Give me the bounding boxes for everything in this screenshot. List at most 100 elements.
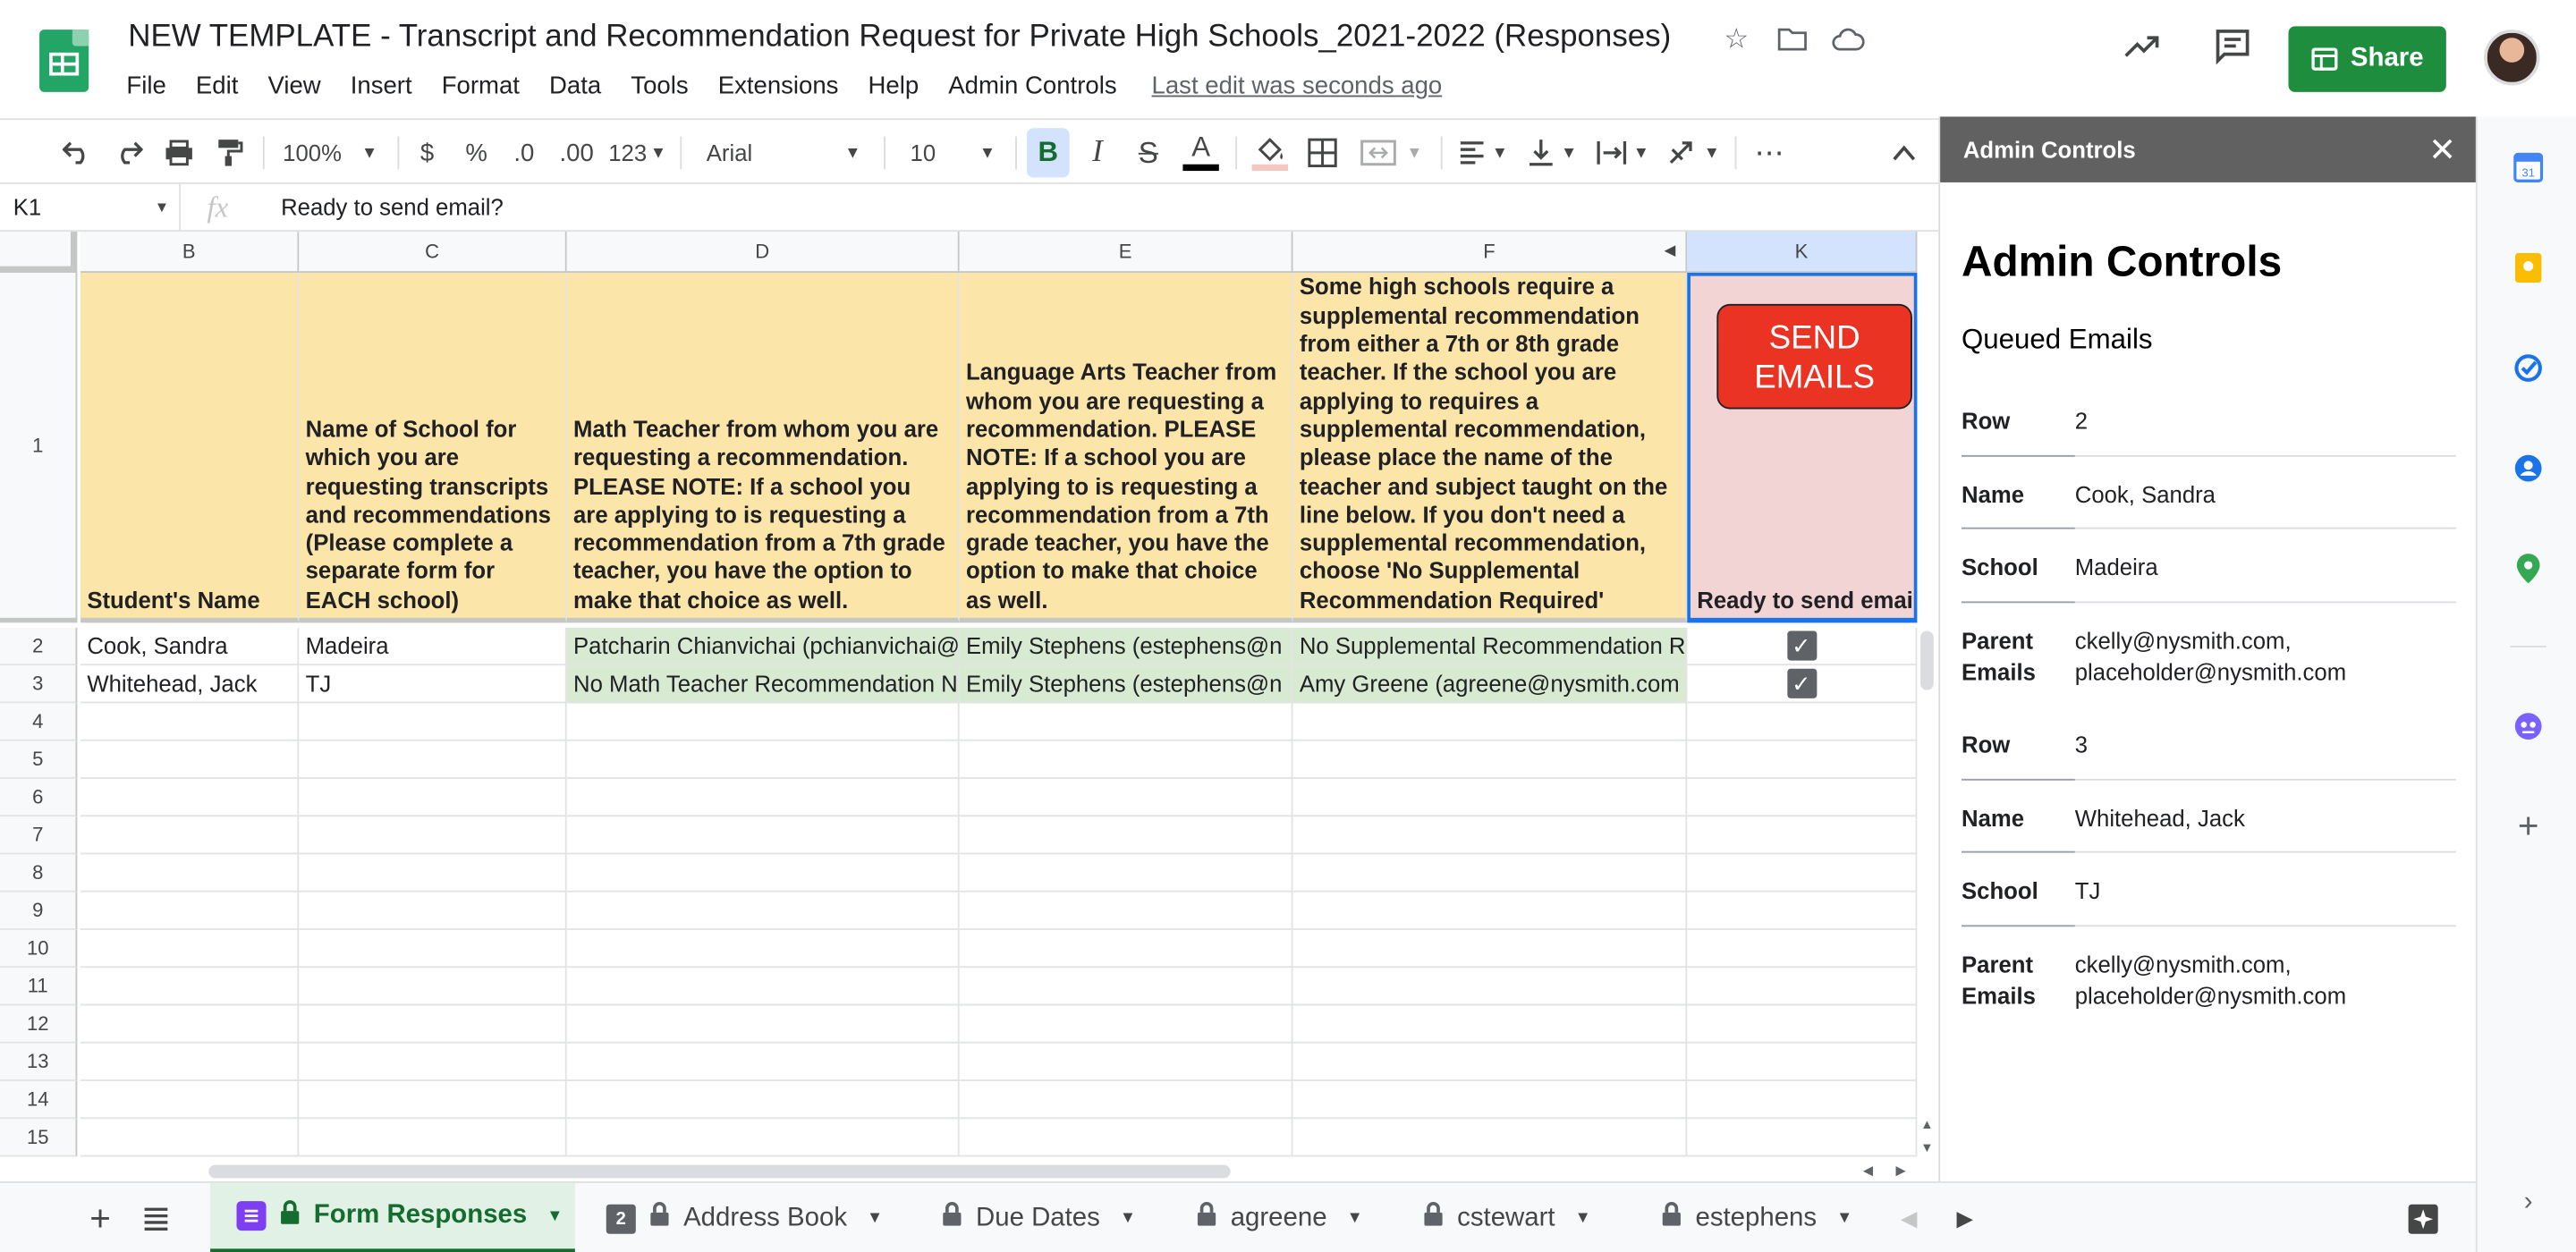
formula-input[interactable]: Ready to send email? bbox=[281, 184, 504, 230]
row-header[interactable]: 9 bbox=[0, 892, 78, 930]
text-rotation-icon[interactable]: ▼ bbox=[1663, 120, 1725, 185]
empty-cell[interactable] bbox=[1687, 1119, 1918, 1157]
empty-cell[interactable] bbox=[1292, 1119, 1688, 1157]
empty-cell[interactable] bbox=[80, 778, 300, 817]
header-cell-f[interactable]: Some high schools require a supplemental… bbox=[1292, 272, 1688, 623]
empty-cell[interactable] bbox=[1687, 1043, 1918, 1081]
empty-cell[interactable] bbox=[1292, 816, 1688, 855]
empty-cell[interactable] bbox=[566, 892, 960, 930]
maps-icon[interactable] bbox=[2513, 554, 2543, 584]
bold-icon[interactable]: B bbox=[1026, 128, 1070, 178]
empty-cell[interactable] bbox=[80, 854, 300, 892]
column-header-k[interactable]: K bbox=[1687, 232, 1918, 273]
empty-cell[interactable] bbox=[1687, 854, 1918, 892]
menu-insert[interactable]: Insert bbox=[335, 72, 427, 100]
close-icon[interactable]: ✕ bbox=[2428, 130, 2456, 171]
empty-cell[interactable] bbox=[80, 703, 300, 741]
font-size-select[interactable]: 10 ▼ bbox=[901, 120, 1006, 185]
print-icon[interactable] bbox=[161, 120, 197, 185]
cell-d2[interactable]: Patcharin Chianvichai (pchianvichai@ bbox=[566, 627, 960, 666]
vertical-align-icon[interactable]: ▼ bbox=[1521, 120, 1584, 185]
menu-admin-controls[interactable]: Admin Controls bbox=[934, 72, 1131, 100]
empty-cell[interactable] bbox=[1687, 816, 1918, 855]
empty-cell[interactable] bbox=[1687, 892, 1918, 930]
undo-icon[interactable] bbox=[59, 120, 95, 185]
add-sheet-icon[interactable]: + bbox=[82, 1183, 118, 1252]
empty-cell[interactable] bbox=[299, 929, 567, 969]
empty-cell[interactable] bbox=[1687, 968, 1918, 1006]
cloud-status-icon[interactable] bbox=[1830, 21, 1866, 57]
star-icon[interactable]: ☆ bbox=[1718, 21, 1754, 57]
empty-cell[interactable] bbox=[299, 968, 567, 1006]
column-header-f[interactable]: F bbox=[1292, 232, 1688, 273]
select-all-corner[interactable] bbox=[0, 232, 78, 273]
horizontal-scroll-thumb[interactable] bbox=[208, 1164, 1231, 1179]
row-header[interactable]: 8 bbox=[0, 854, 78, 892]
percent-format-button[interactable]: % bbox=[460, 120, 493, 185]
menu-edit[interactable]: Edit bbox=[181, 72, 253, 100]
empty-cell[interactable] bbox=[1292, 1043, 1688, 1081]
trend-icon[interactable] bbox=[2123, 26, 2162, 73]
collapse-toolbar-icon[interactable] bbox=[1886, 120, 1922, 185]
header-cell-b[interactable]: Student's Name bbox=[80, 272, 300, 623]
empty-cell[interactable] bbox=[566, 929, 960, 969]
row-header[interactable]: 11 bbox=[0, 968, 78, 1006]
empty-cell[interactable] bbox=[959, 854, 1293, 892]
empty-cell[interactable] bbox=[299, 778, 567, 817]
empty-cell[interactable] bbox=[566, 968, 960, 1006]
column-header-b[interactable]: B bbox=[80, 232, 300, 273]
document-title[interactable]: NEW TEMPLATE - Transcript and Recommenda… bbox=[128, 20, 1671, 55]
empty-cell[interactable] bbox=[299, 1080, 567, 1120]
borders-icon[interactable] bbox=[1304, 120, 1340, 185]
addon-icon[interactable] bbox=[2513, 712, 2543, 741]
empty-cell[interactable] bbox=[959, 1005, 1293, 1044]
header-cell-e[interactable]: Language Arts Teacher from whom you are … bbox=[959, 272, 1293, 623]
horizontal-align-icon[interactable]: ▼ bbox=[1453, 120, 1513, 185]
empty-cell[interactable] bbox=[1292, 740, 1688, 779]
scroll-left-icon[interactable]: ◀ bbox=[1863, 1163, 1873, 1179]
menu-data[interactable]: Data bbox=[535, 72, 616, 100]
empty-cell[interactable] bbox=[959, 703, 1293, 741]
text-color-icon[interactable]: A bbox=[1182, 120, 1221, 185]
strikethrough-icon[interactable]: S bbox=[1131, 120, 1166, 185]
empty-cell[interactable] bbox=[299, 892, 567, 930]
menu-file[interactable]: File bbox=[112, 72, 181, 100]
row-header[interactable]: 5 bbox=[0, 740, 78, 779]
empty-cell[interactable] bbox=[959, 929, 1293, 969]
explore-icon[interactable] bbox=[2405, 1183, 2441, 1252]
more-options-icon[interactable]: ⋯ bbox=[1751, 120, 1787, 185]
empty-cell[interactable] bbox=[566, 1005, 960, 1044]
empty-cell[interactable] bbox=[80, 816, 300, 855]
row-header[interactable]: 10 bbox=[0, 929, 78, 969]
scroll-up-icon[interactable]: ▲ bbox=[1920, 1117, 1934, 1132]
cell-f2[interactable]: No Supplemental Recommendation R bbox=[1292, 627, 1688, 666]
sheets-logo-icon[interactable] bbox=[39, 30, 89, 92]
empty-cell[interactable] bbox=[566, 778, 960, 817]
empty-cell[interactable] bbox=[566, 816, 960, 855]
send-emails-button[interactable]: SEND EMAILS bbox=[1716, 303, 1912, 410]
cell-d3[interactable]: No Math Teacher Recommendation N bbox=[566, 665, 960, 704]
empty-cell[interactable] bbox=[1292, 854, 1688, 892]
vertical-scroll-thumb[interactable] bbox=[1920, 630, 1934, 690]
cell-e2[interactable]: Emily Stephens (estephens@n bbox=[959, 627, 1293, 666]
scroll-right-icon[interactable]: ▶ bbox=[1896, 1163, 1906, 1179]
row-header[interactable]: 2 bbox=[0, 627, 78, 666]
menu-extensions[interactable]: Extensions bbox=[703, 72, 853, 100]
menu-view[interactable]: View bbox=[253, 72, 335, 100]
empty-cell[interactable] bbox=[566, 740, 960, 779]
empty-cell[interactable] bbox=[1687, 778, 1918, 817]
empty-cell[interactable] bbox=[80, 968, 300, 1006]
empty-cell[interactable] bbox=[299, 854, 567, 892]
empty-cell[interactable] bbox=[1292, 929, 1688, 969]
keep-icon[interactable] bbox=[2513, 252, 2543, 283]
cell-b2[interactable]: Cook, Sandra bbox=[80, 627, 300, 666]
empty-cell[interactable] bbox=[299, 1119, 567, 1157]
empty-cell[interactable] bbox=[1687, 1005, 1918, 1044]
share-button[interactable]: Share bbox=[2288, 26, 2446, 92]
italic-icon[interactable]: I bbox=[1080, 120, 1115, 185]
merge-cells-icon[interactable]: ▼ bbox=[1357, 120, 1426, 185]
row-header[interactable]: 7 bbox=[0, 816, 78, 855]
empty-cell[interactable] bbox=[566, 1119, 960, 1157]
empty-cell[interactable] bbox=[1292, 968, 1688, 1006]
currency-format-button[interactable]: $ bbox=[411, 120, 444, 185]
